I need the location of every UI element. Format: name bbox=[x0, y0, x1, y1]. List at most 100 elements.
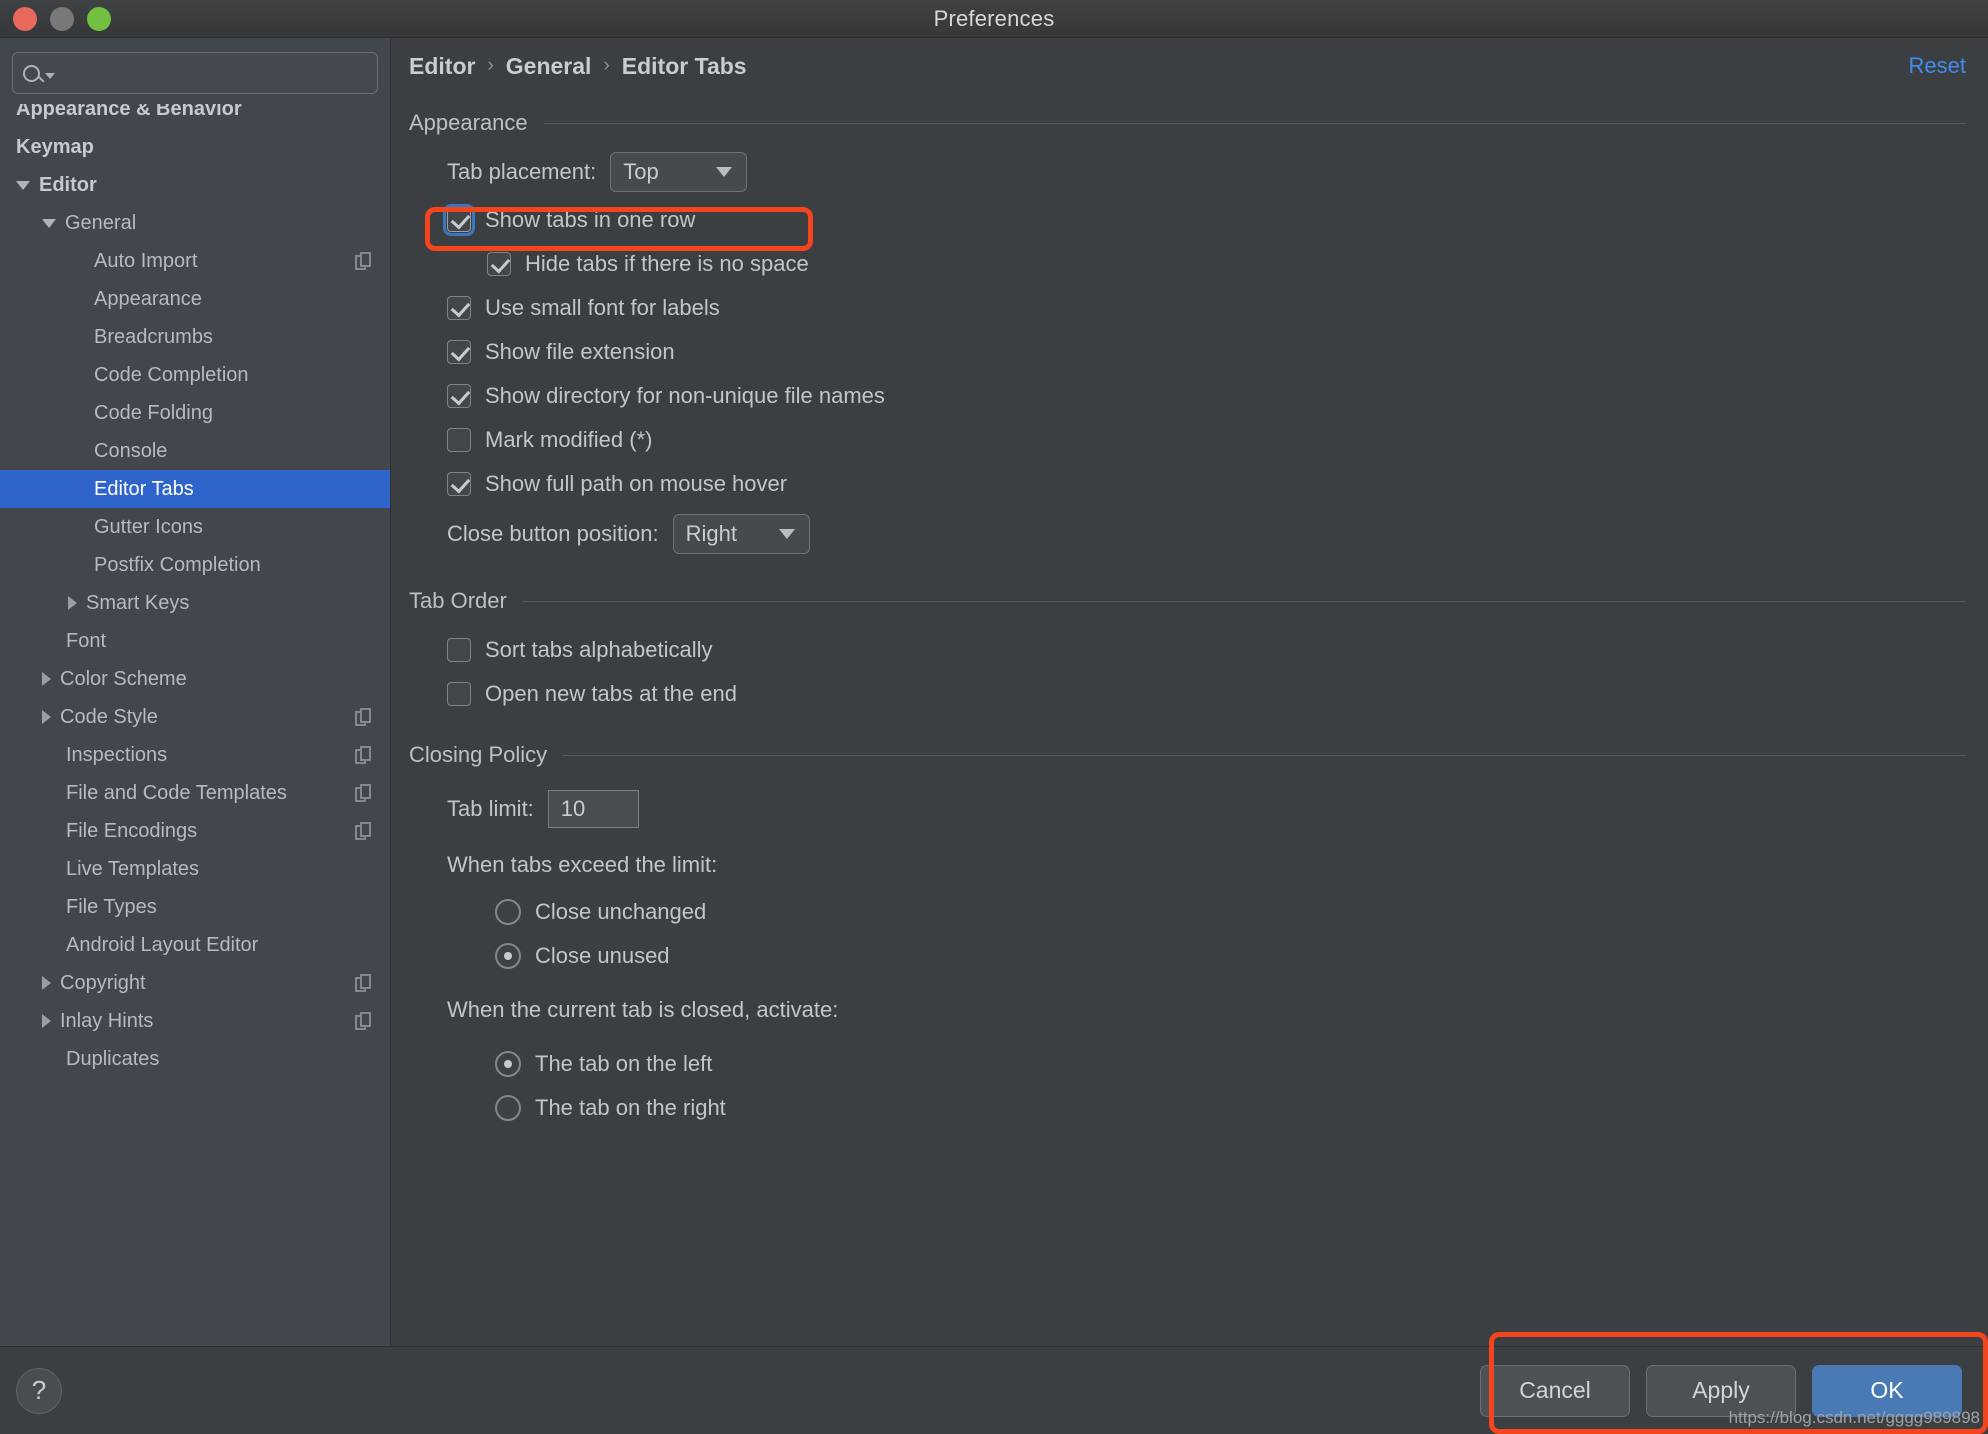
checkbox-row-sort-tabs-alphabetically[interactable]: Sort tabs alphabetically bbox=[409, 628, 1966, 672]
copy-icon bbox=[355, 1011, 372, 1031]
sidebar-item-editor[interactable]: Editor bbox=[0, 166, 390, 204]
radio-row-tab-on-the-left[interactable]: The tab on the left bbox=[409, 1042, 1966, 1086]
sidebar-item-code-folding[interactable]: Code Folding bbox=[0, 394, 390, 432]
chevron-right-icon[interactable] bbox=[68, 596, 77, 610]
checkbox-row-show-tabs-in-one-row[interactable]: Show tabs in one row bbox=[409, 198, 1966, 242]
chevron-down-icon[interactable] bbox=[42, 218, 56, 228]
sidebar-item-inspections[interactable]: Inspections bbox=[0, 736, 390, 774]
section-rule bbox=[543, 122, 1966, 124]
checkbox-row-show-directory[interactable]: Show directory for non-unique file names bbox=[409, 374, 1966, 418]
chevron-right-icon[interactable] bbox=[42, 1014, 51, 1028]
chevron-right-icon[interactable] bbox=[42, 976, 51, 990]
chevron-right-icon[interactable] bbox=[42, 710, 51, 724]
sidebar-item-general[interactable]: General bbox=[0, 204, 390, 242]
reset-link[interactable]: Reset bbox=[1909, 53, 1966, 79]
radio-close-unused[interactable] bbox=[495, 943, 521, 969]
sidebar-item-gutter-icons[interactable]: Gutter Icons bbox=[0, 508, 390, 546]
breadcrumb-item-editor[interactable]: Editor bbox=[409, 53, 475, 80]
copy-icon bbox=[355, 745, 372, 765]
checkbox-open-new-tabs-at-the-end[interactable] bbox=[447, 682, 471, 706]
sidebar-item-editor-tabs[interactable]: Editor Tabs bbox=[0, 470, 390, 508]
tab-limit-value: 10 bbox=[560, 796, 586, 821]
sidebar-item-file-encodings[interactable]: File Encodings bbox=[0, 812, 390, 850]
search-box[interactable] bbox=[12, 52, 378, 94]
close-button-position-select[interactable]: Right bbox=[672, 514, 810, 554]
section-header-appearance: Appearance bbox=[409, 110, 1966, 136]
checkbox-row-open-new-tabs-at-the-end[interactable]: Open new tabs at the end bbox=[409, 672, 1966, 716]
checkbox-show-tabs-in-one-row[interactable] bbox=[443, 204, 475, 236]
checkbox-show-full-path-on-mouse-hover[interactable] bbox=[447, 472, 471, 496]
radio-tab-on-the-right[interactable] bbox=[495, 1095, 521, 1121]
cancel-button[interactable]: Cancel bbox=[1480, 1364, 1630, 1417]
section-title: Appearance bbox=[409, 110, 528, 135]
sidebar-item-inlay-hints[interactable]: Inlay Hints bbox=[0, 1002, 390, 1040]
sidebar-item-label: File Types bbox=[66, 895, 157, 918]
sidebar-item-label: Android Layout Editor bbox=[66, 933, 259, 956]
checkbox-sort-tabs-alphabetically[interactable] bbox=[447, 638, 471, 662]
sidebar-item-label: Code Folding bbox=[94, 401, 213, 424]
settings-tree[interactable]: Appearance & Behavior Keymap Editor General… bbox=[0, 104, 390, 1346]
breadcrumb-separator: › bbox=[603, 55, 610, 76]
sidebar-item-android-layout-editor[interactable]: Android Layout Editor bbox=[0, 926, 390, 964]
sidebar-item-code-style[interactable]: Code Style bbox=[0, 698, 390, 736]
settings-content: Appearance Tab placement: Top Show tabs … bbox=[391, 94, 1988, 1346]
radio-tab-on-the-left[interactable] bbox=[495, 1051, 521, 1077]
checkbox-row-hide-tabs-if-no-space[interactable]: Hide tabs if there is no space bbox=[409, 242, 1966, 286]
radio-close-unchanged[interactable] bbox=[495, 899, 521, 925]
watermark-text: https://blog.csdn.net/gggg989898 bbox=[1728, 1408, 1980, 1427]
copy-icon bbox=[355, 783, 372, 803]
checkbox-row-mark-modified[interactable]: Mark modified (*) bbox=[409, 418, 1966, 462]
sidebar-item-file-types[interactable]: File Types bbox=[0, 888, 390, 926]
sidebar-item-auto-import[interactable]: Auto Import bbox=[0, 242, 390, 280]
radio-row-close-unchanged[interactable]: Close unchanged bbox=[409, 890, 1966, 934]
sidebar-item-label: Color Scheme bbox=[60, 667, 187, 690]
copy-icon bbox=[355, 973, 372, 993]
radio-row-close-unused[interactable]: Close unused bbox=[409, 934, 1966, 978]
sidebar-item-copyright[interactable]: Copyright bbox=[0, 964, 390, 1002]
radio-row-tab-on-the-right[interactable]: The tab on the right bbox=[409, 1086, 1966, 1130]
sidebar-item-console[interactable]: Console bbox=[0, 432, 390, 470]
search-area bbox=[0, 38, 390, 104]
sidebar-item-label: Auto Import bbox=[94, 249, 198, 272]
checkbox-label: Show full path on mouse hover bbox=[485, 471, 788, 496]
when-tabs-exceed-limit-label-row: When tabs exceed the limit: bbox=[409, 840, 1966, 890]
sidebar-item-postfix-completion[interactable]: Postfix Completion bbox=[0, 546, 390, 584]
chevron-right-icon[interactable] bbox=[42, 672, 51, 686]
sidebar-item-label: Editor bbox=[39, 173, 97, 196]
help-button[interactable]: ? bbox=[16, 1367, 62, 1414]
sidebar-item-breadcrumbs[interactable]: Breadcrumbs bbox=[0, 318, 390, 356]
tab-placement-select[interactable]: Top bbox=[610, 152, 748, 192]
search-icon bbox=[23, 64, 55, 82]
sidebar-item-font[interactable]: Font bbox=[0, 622, 390, 660]
sidebar-item-color-scheme[interactable]: Color Scheme bbox=[0, 660, 390, 698]
title-bar: Preferences bbox=[0, 0, 1988, 38]
checkbox-label: Show tabs in one row bbox=[485, 207, 696, 232]
search-input[interactable] bbox=[55, 62, 367, 84]
sidebar-item-duplicates[interactable]: Duplicates bbox=[0, 1040, 390, 1078]
sidebar-item-live-templates[interactable]: Live Templates bbox=[0, 850, 390, 888]
checkbox-hide-tabs-if-no-space[interactable] bbox=[487, 252, 511, 276]
sidebar-item-label: Font bbox=[66, 629, 107, 652]
breadcrumb-bar: Editor › General › Editor Tabs Reset bbox=[391, 38, 1988, 94]
checkbox-mark-modified[interactable] bbox=[447, 428, 471, 452]
chevron-down-icon[interactable] bbox=[16, 180, 30, 190]
radio-label: Close unchanged bbox=[535, 899, 707, 924]
checkbox-show-file-extension[interactable] bbox=[447, 340, 471, 364]
sidebar-item-code-completion[interactable]: Code Completion bbox=[0, 356, 390, 394]
sidebar-item-appearance-behavior[interactable]: Appearance & Behavior bbox=[0, 104, 390, 128]
tab-limit-input[interactable]: 10 bbox=[547, 790, 639, 828]
sidebar-item-label: Copyright bbox=[60, 971, 146, 994]
checkbox-use-small-font-for-labels[interactable] bbox=[447, 296, 471, 320]
sidebar-item-label: Editor Tabs bbox=[94, 477, 194, 500]
breadcrumb-item-general[interactable]: General bbox=[506, 53, 592, 80]
checkbox-row-use-small-font[interactable]: Use small font for labels bbox=[409, 286, 1966, 330]
checkbox-row-show-file-extension[interactable]: Show file extension bbox=[409, 330, 1966, 374]
window-body: Appearance & Behavior Keymap Editor General… bbox=[0, 38, 1988, 1346]
checkbox-row-show-full-path[interactable]: Show full path on mouse hover bbox=[409, 462, 1966, 506]
checkbox-show-directory-for-non-unique-file-names[interactable] bbox=[447, 384, 471, 408]
sidebar-item-file-and-code-templates[interactable]: File and Code Templates bbox=[0, 774, 390, 812]
sidebar-item-label: Smart Keys bbox=[86, 591, 190, 614]
sidebar-item-smart-keys[interactable]: Smart Keys bbox=[0, 584, 390, 622]
sidebar-item-keymap[interactable]: Keymap bbox=[0, 128, 390, 166]
sidebar-item-appearance[interactable]: Appearance bbox=[0, 280, 390, 318]
